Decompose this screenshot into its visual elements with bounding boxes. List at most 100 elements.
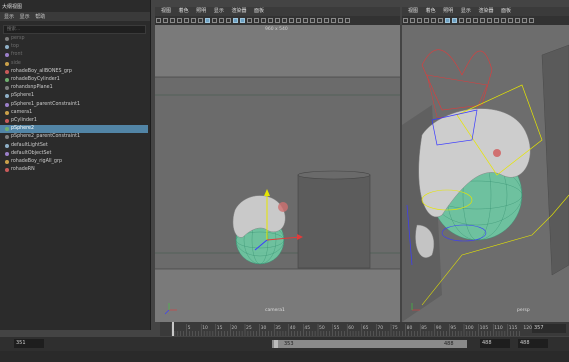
- outliner-item[interactable]: defaultObjectSet: [0, 150, 148, 158]
- vp-right-menu-view[interactable]: 视图: [408, 7, 418, 16]
- bookmark-icon[interactable]: [170, 18, 175, 23]
- outliner-item[interactable]: pSphere1: [0, 92, 148, 100]
- outliner-item[interactable]: rohadeBoyCylinder1: [0, 76, 148, 84]
- vp-right-menu-renderer[interactable]: 渲染器: [478, 7, 493, 16]
- xray-joints-icon[interactable]: [317, 18, 322, 23]
- range-end-field[interactable]: 488: [480, 339, 510, 348]
- view-transform-icon[interactable]: [345, 18, 350, 23]
- node-type-icon: [5, 78, 9, 82]
- outliner-item[interactable]: camera1: [0, 109, 148, 117]
- exposure-icon[interactable]: [508, 18, 513, 23]
- range-start-handle[interactable]: [274, 340, 278, 348]
- shadows-icon[interactable]: [275, 18, 280, 23]
- range-max-field[interactable]: 488: [518, 339, 548, 348]
- smooth-shade-icon[interactable]: [452, 18, 457, 23]
- shadows-icon[interactable]: [473, 18, 478, 23]
- smooth-shade-icon[interactable]: [240, 18, 245, 23]
- outliner-item[interactable]: persp: [0, 35, 148, 43]
- color-manage-icon[interactable]: [522, 18, 527, 23]
- gamma-icon[interactable]: [331, 18, 336, 23]
- isolate-select-icon[interactable]: [487, 18, 492, 23]
- outliner-menu-display[interactable]: 显示: [4, 13, 14, 20]
- outliner-title: 大纲视图: [2, 4, 23, 10]
- view-transform-icon[interactable]: [529, 18, 534, 23]
- timeline-tick-label: 25: [246, 325, 252, 331]
- vp-left-menu-lighting[interactable]: 照明: [196, 7, 206, 16]
- bounding-box-icon[interactable]: [247, 18, 252, 23]
- xray-joints-icon[interactable]: [501, 18, 506, 23]
- wireframe-icon[interactable]: [233, 18, 238, 23]
- outliner-item[interactable]: pCylinder1: [0, 117, 148, 125]
- resolution-gate-icon[interactable]: [198, 18, 203, 23]
- outliner-item-label: side: [11, 60, 21, 66]
- outliner-item[interactable]: rohadeBoy_rigAll_grp: [0, 158, 148, 166]
- ambient-occlusion-icon[interactable]: [480, 18, 485, 23]
- outliner-menu-show[interactable]: 显示: [20, 13, 30, 20]
- outliner-search-input[interactable]: 搜索...: [3, 25, 146, 34]
- vp-right-menu-panels[interactable]: 面板: [501, 7, 511, 16]
- wire-on-shaded-icon[interactable]: [254, 18, 259, 23]
- image-plane-icon[interactable]: [177, 18, 182, 23]
- film-gate-icon[interactable]: [431, 18, 436, 23]
- textured-icon[interactable]: [459, 18, 464, 23]
- grid-icon[interactable]: [184, 18, 189, 23]
- command-line[interactable]: [0, 351, 569, 362]
- exposure-icon[interactable]: [324, 18, 329, 23]
- outliner-item[interactable]: side: [0, 60, 148, 68]
- outliner-item-label: pSphere1_parentConstraint1: [11, 101, 81, 107]
- viewport-camera1[interactable]: 视图 着色 照明 显示 渲染器 面板 960 x 540 camera1: [155, 7, 400, 322]
- vp-left-menu-panels[interactable]: 面板: [254, 7, 264, 16]
- safe-title-icon[interactable]: [226, 18, 231, 23]
- vp-right-menu-lighting[interactable]: 照明: [443, 7, 453, 16]
- outliner-item[interactable]: defaultLightSet: [0, 142, 148, 150]
- isolate-select-icon[interactable]: [303, 18, 308, 23]
- outliner-menu-help[interactable]: 帮助: [35, 13, 45, 20]
- viewport-persp[interactable]: 视图 着色 照明 显示 渲染器 面板 persp: [402, 7, 569, 322]
- film-gate-icon[interactable]: [191, 18, 196, 23]
- range-slider[interactable]: 353 488: [272, 340, 467, 348]
- color-manage-icon[interactable]: [338, 18, 343, 23]
- vp-left-menu-renderer[interactable]: 渲染器: [231, 7, 246, 16]
- ambient-occlusion-icon[interactable]: [282, 18, 287, 23]
- xray-icon[interactable]: [310, 18, 315, 23]
- grid-icon[interactable]: [424, 18, 429, 23]
- bookmark-icon[interactable]: [417, 18, 422, 23]
- timeline-tick-label: 100: [465, 325, 474, 331]
- textured-icon[interactable]: [261, 18, 266, 23]
- select-camera-icon[interactable]: [403, 18, 408, 23]
- playhead[interactable]: [172, 322, 174, 336]
- lights-icon[interactable]: [466, 18, 471, 23]
- gate-mask-icon[interactable]: [205, 18, 210, 23]
- range-start-field[interactable]: 351: [14, 339, 44, 348]
- vp-left-menu-shading[interactable]: 着色: [179, 7, 189, 16]
- outliner-item[interactable]: pSphere2_parentConstraint1: [0, 133, 148, 141]
- motion-blur-icon[interactable]: [289, 18, 294, 23]
- outliner-item[interactable]: rohadeRN: [0, 166, 148, 174]
- node-type-icon: [5, 61, 9, 66]
- outliner-item[interactable]: pSphere2: [0, 125, 148, 134]
- outliner-item[interactable]: pSphere1_parentConstraint1: [0, 101, 148, 109]
- outliner-item-label: top: [11, 44, 19, 50]
- outliner-item[interactable]: rohadeBoy_allBONES_grp: [0, 68, 148, 76]
- outliner-item[interactable]: front: [0, 51, 148, 59]
- field-chart-icon[interactable]: [212, 18, 217, 23]
- vp-left-menu-view[interactable]: 视图: [161, 7, 171, 16]
- select-camera-icon[interactable]: [156, 18, 161, 23]
- outliner-item[interactable]: top: [0, 43, 148, 51]
- node-type-icon: [5, 69, 9, 74]
- anti-alias-icon[interactable]: [296, 18, 301, 23]
- camera-attr-icon[interactable]: [410, 18, 415, 23]
- current-frame-field[interactable]: 357: [532, 324, 566, 333]
- safe-action-icon[interactable]: [219, 18, 224, 23]
- time-slider[interactable]: 5 10 15 20 25 30 35 40 45 50 55 60 65 70 75 80 85 90 95 100…: [160, 322, 569, 336]
- camera-attr-icon[interactable]: [163, 18, 168, 23]
- vp-left-menu-show[interactable]: 显示: [214, 7, 224, 16]
- lights-icon[interactable]: [268, 18, 273, 23]
- vp-right-menu-show[interactable]: 显示: [461, 7, 471, 16]
- outliner-item[interactable]: rohandsnpPlane1: [0, 84, 148, 92]
- vp-right-menu-shading[interactable]: 着色: [426, 7, 436, 16]
- wireframe-icon[interactable]: [445, 18, 450, 23]
- resolution-gate-icon[interactable]: [438, 18, 443, 23]
- gamma-icon[interactable]: [515, 18, 520, 23]
- xray-icon[interactable]: [494, 18, 499, 23]
